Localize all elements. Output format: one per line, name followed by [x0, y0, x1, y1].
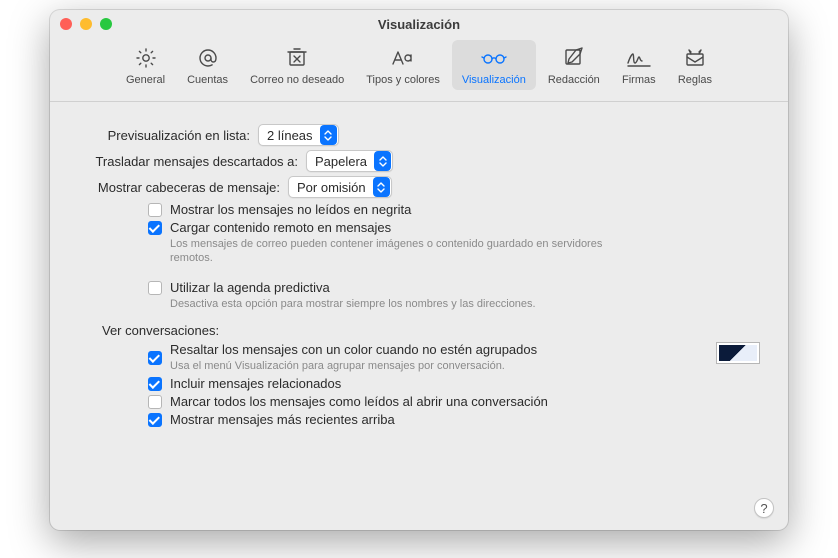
headers-select[interactable]: Por omisión	[288, 176, 392, 198]
unread-bold-label: Mostrar los mensajes no leídos en negrit…	[170, 202, 760, 217]
list-preview-label: Previsualización en lista:	[78, 128, 258, 143]
tab-viewing[interactable]: Visualización	[452, 40, 536, 90]
tab-label: Redacción	[548, 74, 600, 86]
mark-all-read-checkbox[interactable]	[148, 395, 162, 409]
chevron-updown-icon	[373, 177, 390, 197]
at-icon	[194, 44, 222, 72]
font-icon	[389, 44, 417, 72]
gear-icon	[132, 44, 160, 72]
include-related-checkbox[interactable]	[148, 377, 162, 391]
content-area: Previsualización en lista: 2 líneas Tras…	[50, 102, 788, 444]
glasses-icon	[480, 44, 508, 72]
recent-top-checkbox[interactable]	[148, 413, 162, 427]
close-icon[interactable]	[60, 18, 72, 30]
mark-all-read-label: Marcar todos los mensajes como leídos al…	[170, 394, 760, 409]
remote-content-desc: Los mensajes de correo pueden contener i…	[170, 237, 640, 266]
tab-rules[interactable]: Reglas	[668, 40, 722, 90]
tab-fonts[interactable]: Tipos y colores	[356, 40, 450, 90]
preferences-toolbar: General Cuentas Correo no deseado Tipos …	[50, 38, 788, 102]
highlight-desc: Usa el menú Visualización para agrupar m…	[170, 359, 640, 373]
remote-content-checkbox[interactable]	[148, 221, 162, 235]
window-title: Visualización	[50, 17, 788, 32]
tab-accounts[interactable]: Cuentas	[177, 40, 238, 90]
rules-icon	[681, 44, 709, 72]
predictive-checkbox[interactable]	[148, 281, 162, 295]
unread-bold-checkbox[interactable]	[148, 203, 162, 217]
signature-icon	[625, 44, 653, 72]
chevron-updown-icon	[320, 125, 337, 145]
predictive-desc: Desactiva esta opción para mostrar siemp…	[170, 297, 640, 311]
predictive-label: Utilizar la agenda predictiva	[170, 280, 760, 295]
tab-label: Visualización	[462, 74, 526, 86]
discarded-label: Trasladar mensajes descartados a:	[78, 154, 306, 169]
minimize-icon[interactable]	[80, 18, 92, 30]
titlebar: Visualización	[50, 10, 788, 38]
list-preview-select[interactable]: 2 líneas	[258, 124, 339, 146]
include-related-label: Incluir mensajes relacionados	[170, 376, 760, 391]
highlight-color-swatch[interactable]	[716, 342, 760, 364]
conversations-section-label: Ver conversaciones:	[78, 323, 760, 338]
tab-label: Firmas	[622, 74, 656, 86]
tab-label: General	[126, 74, 165, 86]
tab-junk[interactable]: Correo no deseado	[240, 40, 354, 90]
zoom-icon[interactable]	[100, 18, 112, 30]
help-button[interactable]: ?	[754, 498, 774, 518]
chevron-updown-icon	[374, 151, 391, 171]
tab-label: Cuentas	[187, 74, 228, 86]
tab-label: Reglas	[678, 74, 712, 86]
recent-top-label: Mostrar mensajes más recientes arriba	[170, 412, 760, 427]
headers-label: Mostrar cabeceras de mensaje:	[78, 180, 288, 195]
color-preview	[719, 345, 757, 361]
compose-icon	[560, 44, 588, 72]
remote-content-label: Cargar contenido remoto en mensajes	[170, 220, 760, 235]
tab-signatures[interactable]: Firmas	[612, 40, 666, 90]
discarded-select[interactable]: Papelera	[306, 150, 393, 172]
tab-label: Correo no deseado	[250, 74, 344, 86]
window-controls	[60, 18, 112, 30]
tab-composing[interactable]: Redacción	[538, 40, 610, 90]
tab-general[interactable]: General	[116, 40, 175, 90]
preferences-window: Visualización General Cuentas Correo no …	[50, 10, 788, 530]
trash-icon	[283, 44, 311, 72]
highlight-checkbox[interactable]	[148, 351, 162, 365]
tab-label: Tipos y colores	[366, 74, 440, 86]
highlight-label: Resaltar los mensajes con un color cuand…	[170, 342, 702, 357]
